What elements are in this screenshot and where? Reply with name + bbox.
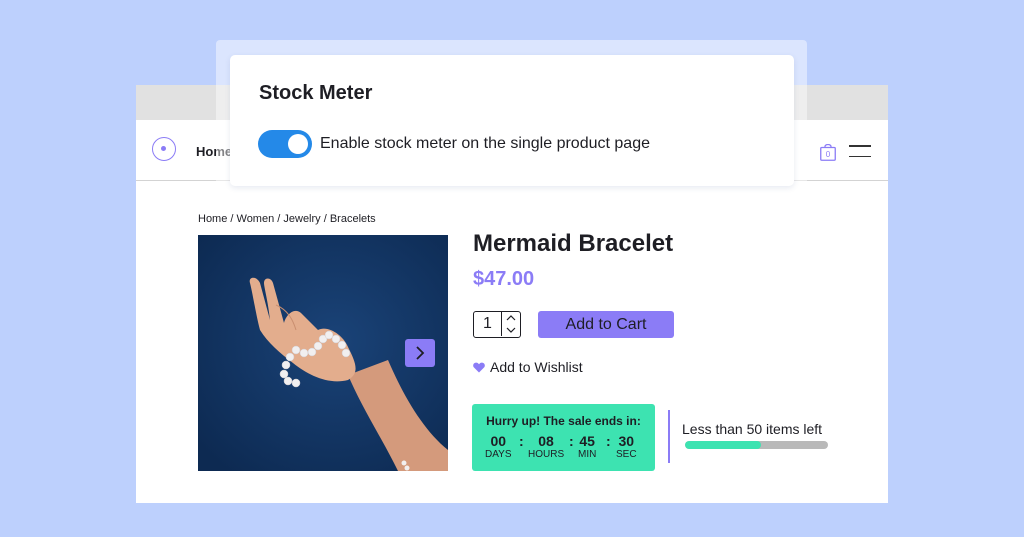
product-image <box>198 235 448 471</box>
countdown-separator: : <box>519 433 524 449</box>
wishlist-label[interactable]: Add to Wishlist <box>490 359 583 375</box>
countdown-label: MIN <box>578 449 597 460</box>
countdown-separator: : <box>606 433 611 449</box>
countdown-label: HOURS <box>528 449 565 460</box>
countdown-value: 08 <box>538 433 554 449</box>
quantity-stepper[interactable]: 1 <box>473 311 521 338</box>
stock-meter-bar <box>685 441 828 449</box>
chevron-right-icon <box>416 346 425 360</box>
countdown-label: DAYS <box>485 449 512 460</box>
add-to-cart-button[interactable]: Add to Cart <box>538 311 674 338</box>
toggle-knob[interactable] <box>288 134 308 154</box>
countdown-value: 00 <box>490 433 507 449</box>
countdown-hours: 08 HOURS <box>528 433 564 461</box>
countdown-separator: : <box>569 433 574 449</box>
divider <box>668 410 670 463</box>
countdown-seconds: 30 SEC <box>616 433 637 461</box>
countdown-days: 00 DAYS <box>485 433 512 461</box>
countdown-label: SEC <box>616 449 637 460</box>
settings-title: Stock Meter <box>259 82 373 104</box>
stock-meter-toggle[interactable] <box>258 130 312 158</box>
sale-countdown-title: Hurry up! The sale ends in: <box>486 414 641 428</box>
stock-meter-text: Less than 50 items left <box>682 421 823 437</box>
product-price: $47.00 <box>473 268 535 290</box>
gallery-next-button[interactable] <box>405 339 435 367</box>
cart-count: 0 <box>826 150 831 159</box>
quantity-value[interactable]: 1 <box>474 312 501 336</box>
countdown-value: 45 <box>579 433 595 449</box>
stock-meter-toggle-label[interactable]: Enable stock meter on the single product… <box>320 135 650 153</box>
breadcrumb[interactable]: Home / Women / Jewelry / Bracelets <box>198 213 376 225</box>
sale-countdown: Hurry up! The sale ends in: 00 DAYS : 08… <box>472 404 655 471</box>
heart-icon <box>473 362 485 372</box>
product-title: Mermaid Bracelet <box>473 230 674 257</box>
quantity-step-buttons[interactable] <box>501 312 520 336</box>
step-arrows-icon[interactable] <box>502 312 520 336</box>
countdown-minutes: 45 MIN <box>578 433 596 461</box>
circle-dot-logo-icon[interactable] <box>152 137 176 161</box>
shopping-bag-icon[interactable]: 0 <box>820 144 836 161</box>
hamburger-menu-icon[interactable] <box>849 145 871 158</box>
stock-meter-fill <box>685 441 761 449</box>
add-to-wishlist-link[interactable]: Add to Wishlist <box>473 359 583 375</box>
countdown-value: 30 <box>618 433 635 449</box>
stock-meter-settings-panel: Stock Meter Enable stock meter on the si… <box>230 55 794 186</box>
